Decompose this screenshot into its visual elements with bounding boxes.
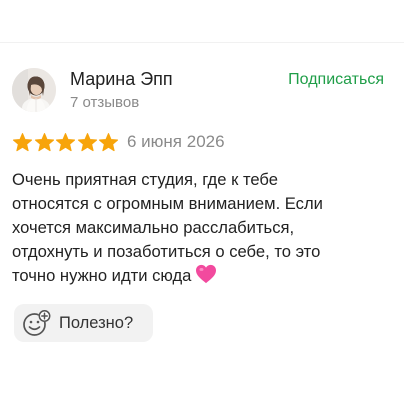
star-icon xyxy=(34,132,54,151)
helpful-label: Полезно? xyxy=(59,313,134,332)
avatar[interactable] xyxy=(12,68,56,112)
subscribe-button[interactable]: Подписаться xyxy=(288,70,384,90)
review-text-line: Очень приятная студия, где к тебе xyxy=(12,170,278,189)
divider xyxy=(0,42,404,43)
review-text-line: отдохнуть и позаботиться о себе, то это xyxy=(12,242,321,261)
star-icon xyxy=(77,132,97,151)
review-date: 6 июня 2026 xyxy=(127,132,225,151)
smile-add-icon xyxy=(23,310,51,336)
author-name[interactable]: Марина Эпп xyxy=(70,68,173,90)
review-text-line: хочется максимально расслабиться, xyxy=(12,218,295,237)
avatar-photo xyxy=(12,68,56,112)
pink-heart-icon xyxy=(196,264,217,284)
star-icon xyxy=(98,132,119,151)
star-icon xyxy=(12,132,33,151)
review-text-line: относятся с огромным вниманием. Если xyxy=(12,194,323,213)
star-rating xyxy=(12,131,120,153)
review-text-line: точно нужно идти сюда xyxy=(12,266,192,285)
helpful-button[interactable]: Полезно? xyxy=(14,304,153,342)
review-text: Очень приятная студия, где к тебе относя… xyxy=(12,168,392,288)
review-card: Марина Эпп 7 отзывов Подписаться 6 июня … xyxy=(0,0,404,406)
star-icon xyxy=(55,132,76,151)
review-text-line-last: точно нужно идти сюда xyxy=(12,264,392,288)
author-review-count: 7 отзывов xyxy=(70,94,140,111)
